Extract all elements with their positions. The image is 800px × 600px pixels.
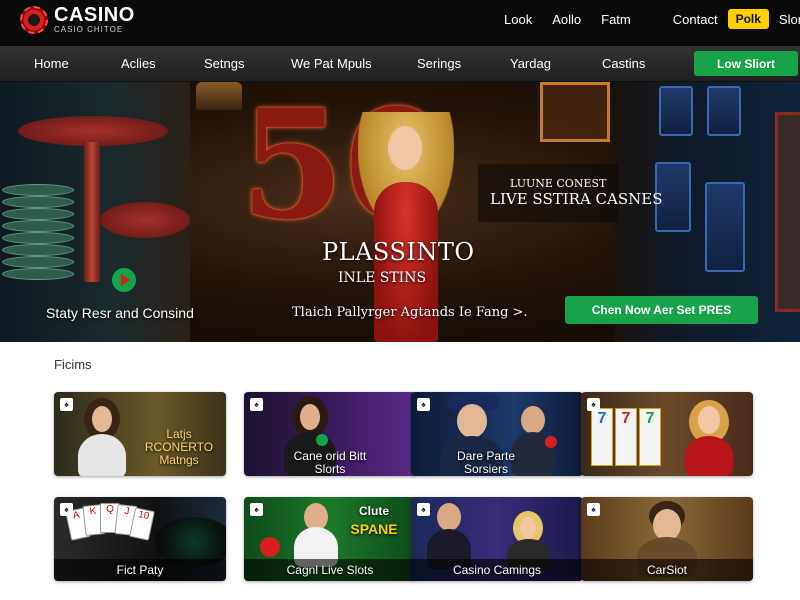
top-bar: CASINO CASIO CHITOE Look Aollo Fatm Cont… (0, 0, 800, 46)
chip-stack (2, 268, 74, 280)
top-link-slont[interactable]: Slont (779, 12, 800, 27)
card-badge-icon: ♠ (60, 398, 73, 411)
game-card[interactable]: ♠ Latjs RCONERTO Matngs (54, 392, 226, 476)
card-badge-icon: ♠ (417, 503, 430, 516)
logo-title: CASINO (54, 4, 135, 26)
ceiling-lamp (196, 82, 242, 110)
card-badge-icon: ♠ (250, 398, 263, 411)
nav-item-yardag[interactable]: Yardag (510, 46, 551, 82)
game-card[interactable]: ♠ Dare Parte Sorsiers (411, 392, 583, 476)
nav-item-castins[interactable]: Castins (602, 46, 645, 82)
card-label: Dare Parte Sorsiers (456, 449, 516, 476)
wall-decor (540, 82, 610, 142)
card-label: Fict Paty (54, 559, 226, 581)
chip-stack (2, 220, 74, 232)
logo-subtitle: CASIO CHITOE (54, 25, 124, 34)
top-link-aollo[interactable]: Aollo (552, 12, 581, 27)
card-badge-icon: ♠ (250, 503, 263, 516)
top-link-fatm[interactable]: Fatm (601, 12, 631, 27)
card-badge-icon: ♠ (60, 503, 73, 516)
hero-cta-button[interactable]: Chen Now Aer Set PRES (565, 296, 758, 324)
nav-item-setngs[interactable]: Setngs (204, 46, 244, 82)
game-card[interactable]: ♠ CarSiot (581, 497, 753, 581)
promo-big-text: LIVE SSTIRA CASNES (490, 190, 663, 208)
nav-cta-button[interactable]: Low Sliort (694, 51, 798, 76)
hero-left-caption: Staty Resr and Consind (46, 305, 194, 321)
top-link-contact[interactable]: Contact (673, 12, 718, 27)
card-label: CarSiot (581, 559, 753, 581)
game-card[interactable]: 7 7 7 ♠ (581, 392, 753, 476)
slot-screen (705, 182, 745, 272)
game-card[interactable]: ♠ Casino Camings (411, 497, 583, 581)
card-label: Latjs RCONERTO Matngs (144, 427, 214, 467)
promo-small-text: LUUNE CONEST (510, 177, 607, 190)
top-link-look[interactable]: Look (504, 12, 532, 27)
slot-reel: 7 (615, 408, 637, 466)
game-card[interactable]: Clute SPANE ♠ Cagnl Live Slots (244, 497, 416, 581)
hero-banner: 50 LUUNE CONEST LIVE SSTIRA CASNES PLASS… (0, 82, 800, 342)
game-card[interactable]: ♠ Cane orid Bitt Slorts (244, 392, 416, 476)
slot-screen (659, 86, 693, 136)
section-heading: Ficims (54, 357, 92, 372)
card-badge-icon: ♠ (417, 398, 430, 411)
chip-stack (2, 244, 74, 256)
stool-top (100, 202, 190, 238)
game-card[interactable]: A K Q J 10 ♠ Fict Paty (54, 497, 226, 581)
play-icon[interactable] (112, 268, 136, 292)
card-sign: Clute (359, 504, 389, 518)
nav-item-serings[interactable]: Serings (417, 46, 461, 82)
top-link-polk[interactable]: Polk (727, 9, 769, 29)
nav-item-we-pat-mpuls[interactable]: We Pat Mpuls (291, 46, 372, 82)
card-badge-icon: ♠ (587, 503, 600, 516)
chip-stack (2, 232, 74, 244)
card-label: Cane orid Bitt Slorts (293, 449, 367, 476)
top-links: Look Aollo Fatm Contact Polk Slont (504, 0, 800, 38)
card-label: Cagnl Live Slots (244, 559, 416, 581)
hero-title: PLASSINTO (322, 238, 475, 266)
logo[interactable]: CASINO CASIO CHITOE (20, 5, 135, 35)
slot-screen (707, 86, 741, 136)
chip-stack (2, 256, 74, 268)
chip-stack (2, 196, 74, 208)
chip-stack (2, 208, 74, 220)
hero-subtitle: INLE STINS (338, 270, 427, 286)
chip-stack (2, 184, 74, 196)
slot-machine-edge (775, 112, 800, 312)
card-badge-icon: ♠ (587, 398, 600, 411)
nav-item-aclies[interactable]: Aclies (121, 46, 156, 82)
card-sign-big: SPANE (350, 521, 398, 537)
slot-reel: 7 (591, 408, 613, 466)
hero-left-scene (0, 82, 190, 342)
card-label: Casino Camings (411, 559, 583, 581)
slot-reel: 7 (639, 408, 661, 466)
hero-link[interactable]: Tlaich Pallyrger Agtands Ie Fang >. (292, 305, 528, 320)
table-leg (84, 142, 100, 282)
casino-chip-icon (20, 6, 48, 34)
main-nav: Home Aclies Setngs We Pat Mpuls Serings … (0, 46, 800, 82)
nav-item-home[interactable]: Home (34, 46, 69, 82)
